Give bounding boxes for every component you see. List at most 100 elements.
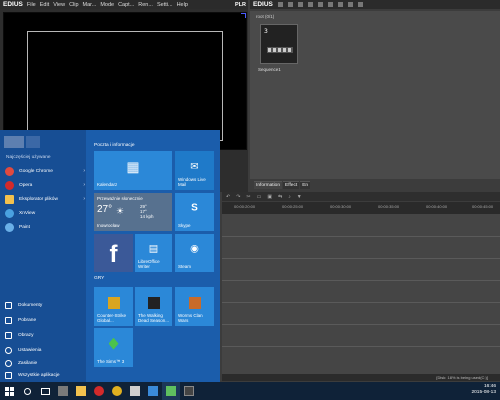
windows-start-button[interactable] (0, 382, 18, 400)
app-label: Opera (19, 182, 33, 188)
track-divider (222, 258, 500, 259)
tab-en[interactable]: En (300, 181, 311, 189)
menu-settings[interactable]: Setti... (157, 2, 173, 8)
chrome-icon (5, 166, 14, 176)
tile-worms[interactable]: Worms Clan Wars (175, 287, 214, 326)
download-icon (5, 316, 12, 324)
steam-icon: ◉ (190, 243, 199, 255)
app-file-explorer[interactable]: Eksplorator plików › (5, 192, 85, 206)
sequence-clip-thumbnail[interactable]: 3 (260, 24, 298, 64)
taskbar-file-explorer[interactable] (72, 382, 90, 400)
search-icon (23, 387, 31, 395)
tile-steam[interactable]: ◉ Steam (175, 234, 214, 272)
app-xnview[interactable]: XnView (5, 206, 85, 220)
undo-icon[interactable]: ↶ (226, 194, 230, 200)
ruler-tick: 00:00:20:00 (234, 204, 256, 209)
track-divider (222, 236, 500, 237)
view-icon[interactable] (357, 2, 363, 7)
cut-tool-icon[interactable]: ✂ (246, 194, 250, 200)
task-view-icon (40, 387, 50, 395)
marker-icon[interactable]: ▼ (297, 194, 302, 200)
audio-icon[interactable]: ♪ (288, 194, 291, 200)
track-divider (222, 280, 500, 281)
link-settings[interactable]: Ustawienia (5, 344, 41, 356)
overwrite-icon[interactable]: ▣ (267, 194, 272, 200)
chevron-right-icon[interactable]: › (83, 182, 85, 188)
taskbar-media[interactable] (126, 382, 144, 400)
system-tray-clock[interactable]: 16:46 2015-08-13 (471, 384, 496, 396)
tile-sims-3[interactable]: The Sims™ 3 (94, 328, 133, 367)
tile-skype[interactable]: S Skype (175, 193, 214, 231)
tile-windows-live-mail[interactable]: ✉ Windows Live Mail (175, 151, 214, 190)
avatar[interactable] (4, 136, 24, 148)
link-label: Pobrane (18, 317, 37, 323)
app-label: Paint (19, 224, 30, 230)
paste-icon[interactable] (327, 2, 333, 7)
app-opera[interactable]: Opera › (5, 178, 85, 192)
user-name-block[interactable] (26, 136, 40, 148)
menu-clip[interactable]: Clip (69, 2, 78, 8)
taskbar-app-2[interactable] (180, 382, 198, 400)
player-corner-marker (241, 13, 246, 18)
player-mode-label[interactable]: PLR (235, 2, 248, 8)
calendar-icon: ▦ (126, 158, 140, 175)
ruler-tick: 00:00:25:00 (282, 204, 304, 209)
tab-information[interactable]: Information (254, 181, 282, 189)
menu-mode[interactable]: Mode (100, 2, 114, 8)
search-icon[interactable] (287, 2, 293, 7)
tile-weather[interactable]: Przeważnie słonecznie 27° ☀ 29° 17° 14 k… (94, 193, 172, 231)
skype-icon: S (191, 202, 198, 214)
tile-label: Kalendarz (97, 181, 118, 187)
menu-marker[interactable]: Mar... (83, 2, 97, 8)
taskbar-task-view[interactable] (36, 382, 54, 400)
ripple-icon[interactable]: ⇆ (278, 194, 282, 200)
tile-facebook[interactable]: f (94, 234, 133, 272)
menu-edit[interactable]: Edit (40, 2, 49, 8)
menu-capture[interactable]: Capt... (118, 2, 134, 8)
link-label: Ustawienia (18, 347, 42, 353)
taskbar-chrome[interactable] (108, 382, 126, 400)
app-label: Google Chrome (19, 168, 53, 174)
app-google-chrome[interactable]: Google Chrome › (5, 164, 85, 178)
delete-icon[interactable] (337, 2, 343, 7)
ruler-tick: 00:00:35:00 (378, 204, 400, 209)
menu-view[interactable]: View (53, 2, 65, 8)
cut-icon[interactable] (307, 2, 313, 7)
timeline-tracks[interactable] (222, 214, 500, 374)
tab-effect[interactable]: Effect (283, 181, 300, 189)
taskbar-edius[interactable] (162, 382, 180, 400)
properties-icon[interactable] (347, 2, 353, 7)
weather-temperature: 27° (97, 204, 113, 215)
folder-icon[interactable] (277, 2, 283, 7)
tile-walking-dead[interactable]: The Walking Dead Season... (135, 287, 172, 326)
menu-render[interactable]: Ren... (138, 2, 153, 8)
link-all-apps[interactable]: Wszystkie aplikacje (5, 369, 60, 381)
tile-libreoffice-writer[interactable]: ▤ LibreOffice Writer (135, 234, 172, 272)
chevron-right-icon[interactable]: › (83, 168, 85, 174)
menu-file[interactable]: File (27, 2, 36, 8)
tile-calendar[interactable]: ▦ Kalendarz (94, 151, 172, 190)
sequence-clip-label: Sequence1 (258, 67, 281, 72)
taskbar-opera[interactable] (90, 382, 108, 400)
link-documents[interactable]: Dokumenty (5, 299, 42, 311)
timeline-ruler[interactable]: 00:00:20:00 00:00:25:00 00:00:30:00 00:0… (222, 202, 500, 214)
taskbar-search[interactable] (18, 382, 36, 400)
menu-help[interactable]: Help (177, 2, 188, 8)
taskbar-calculator[interactable] (54, 382, 72, 400)
tile-counter-strike[interactable]: Counter-Strike Global... (94, 287, 133, 326)
up-folder-icon[interactable] (297, 2, 303, 7)
link-downloads[interactable]: Pobrane (5, 314, 36, 326)
link-power[interactable]: Zasilanie (5, 357, 37, 369)
app-paint[interactable]: Paint (5, 220, 85, 234)
timeline-toolbar: ↶ ↷ ✂ ▭ ▣ ⇆ ♪ ▼ (222, 192, 500, 201)
link-label: Wszystkie aplikacje (18, 372, 60, 378)
edius-menubar: EDIUS File Edit View Clip Mar... Mode Ca… (0, 0, 248, 9)
insert-icon[interactable]: ▭ (257, 194, 262, 200)
link-pictures[interactable]: Obrazy (5, 329, 33, 341)
app-label: Eksplorator plików (19, 196, 58, 202)
taskbar-app[interactable] (144, 382, 162, 400)
redo-icon[interactable]: ↷ (236, 194, 240, 200)
sims-plumbob-icon (108, 337, 119, 350)
chevron-right-icon[interactable]: › (83, 196, 85, 202)
copy-icon[interactable] (317, 2, 323, 7)
